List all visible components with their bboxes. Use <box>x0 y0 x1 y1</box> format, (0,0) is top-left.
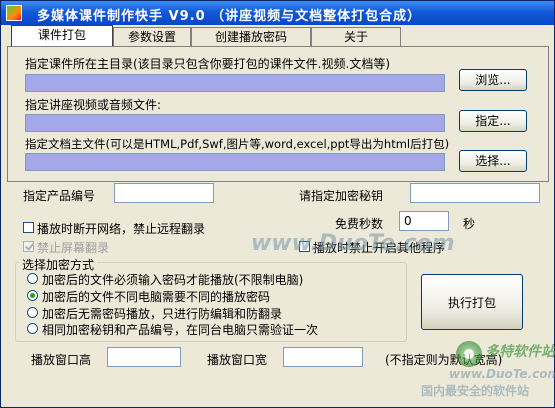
media-file-label: 指定讲座视频或音频文件: <box>25 98 162 112</box>
encrypt-option-verify-once-radio[interactable] <box>27 323 38 334</box>
encrypt-option-no-password-radio[interactable] <box>27 307 38 318</box>
tab-parameters[interactable]: 参数设置 <box>113 27 191 46</box>
tab-create-password[interactable]: 创建播放密码 <box>191 27 311 46</box>
corner-watermark-brand: 多特软件站 <box>485 344 555 360</box>
course-dir-field[interactable] <box>25 74 445 92</box>
course-dir-label: 指定课件所在主目录(该目录只包含你要打包的课件文件.视频.文档等) <box>25 57 390 71</box>
window-height-label: 播放窗口高 <box>31 353 92 367</box>
secret-key-input[interactable] <box>410 183 540 203</box>
block-screen-capture-label: 禁止屏幕翻录 <box>37 241 110 255</box>
tab-about[interactable]: 关于 <box>311 27 401 46</box>
free-seconds-input[interactable]: 0 <box>399 211 449 231</box>
product-id-input[interactable] <box>114 183 214 203</box>
window-title: 多媒体课件制作快手 V9.0 （讲座视频与文档整体打包合成） <box>37 9 422 24</box>
secret-key-label: 请指定加密秘钥 <box>299 189 384 203</box>
browse-button[interactable]: 浏览... <box>459 69 527 91</box>
execute-package-button[interactable]: 执行打包 <box>421 274 523 330</box>
window-width-label: 播放窗口宽 <box>207 353 268 367</box>
block-screen-capture-checkbox[interactable] <box>23 241 34 252</box>
encrypt-option-per-machine-label: 加密后的文件不同电脑需要不同的播放密码 <box>42 290 271 304</box>
free-seconds-label: 免费秒数 <box>335 217 384 231</box>
encrypt-option-verify-once-label: 相同加密秘钥和产品编号，在同台电脑只需验证一次 <box>42 323 319 337</box>
window-height-input[interactable] <box>107 347 181 367</box>
select-button[interactable]: 选择... <box>459 150 527 172</box>
encrypt-option-no-password-label: 加密后无需密码播放，只进行防编辑和防翻录 <box>42 307 283 321</box>
title-bar[interactable]: 多媒体课件制作快手 V9.0 （讲座视频与文档整体打包合成） <box>1 1 554 25</box>
specify-button[interactable]: 指定... <box>459 110 527 132</box>
app-icon <box>6 5 22 21</box>
disconnect-network-label: 播放时断开网络，禁止远程翻录 <box>37 222 206 236</box>
doc-file-label: 指定文档主文件(可以是HTML,Pdf,Swf,图片等,word,excel,p… <box>25 137 450 151</box>
media-file-field[interactable] <box>25 114 445 132</box>
encrypt-option-password-label: 加密后的文件必须输入密码才能播放(不限制电脑) <box>42 273 304 287</box>
main-window: 多媒体课件制作快手 V9.0 （讲座视频与文档整体打包合成） 课件打包 参数设置… <box>0 0 555 408</box>
window-width-input[interactable] <box>283 347 363 367</box>
corner-watermark-url: www.DuoTe.com <box>449 367 555 381</box>
doc-file-field[interactable] <box>25 153 445 171</box>
seconds-unit-label: 秒 <box>463 217 476 231</box>
disconnect-network-checkbox[interactable] <box>23 222 34 233</box>
tab-package[interactable]: 课件打包 <box>11 25 113 46</box>
center-watermark: www.DuoTe.com <box>251 231 455 256</box>
product-id-label: 指定产品编号 <box>23 189 96 203</box>
encrypt-option-password-radio[interactable] <box>27 273 38 284</box>
encrypt-option-per-machine-radio[interactable] <box>27 290 38 301</box>
corner-watermark-slogan: 国内最安全的软件站 <box>421 384 530 398</box>
duote-logo-icon <box>456 341 482 367</box>
